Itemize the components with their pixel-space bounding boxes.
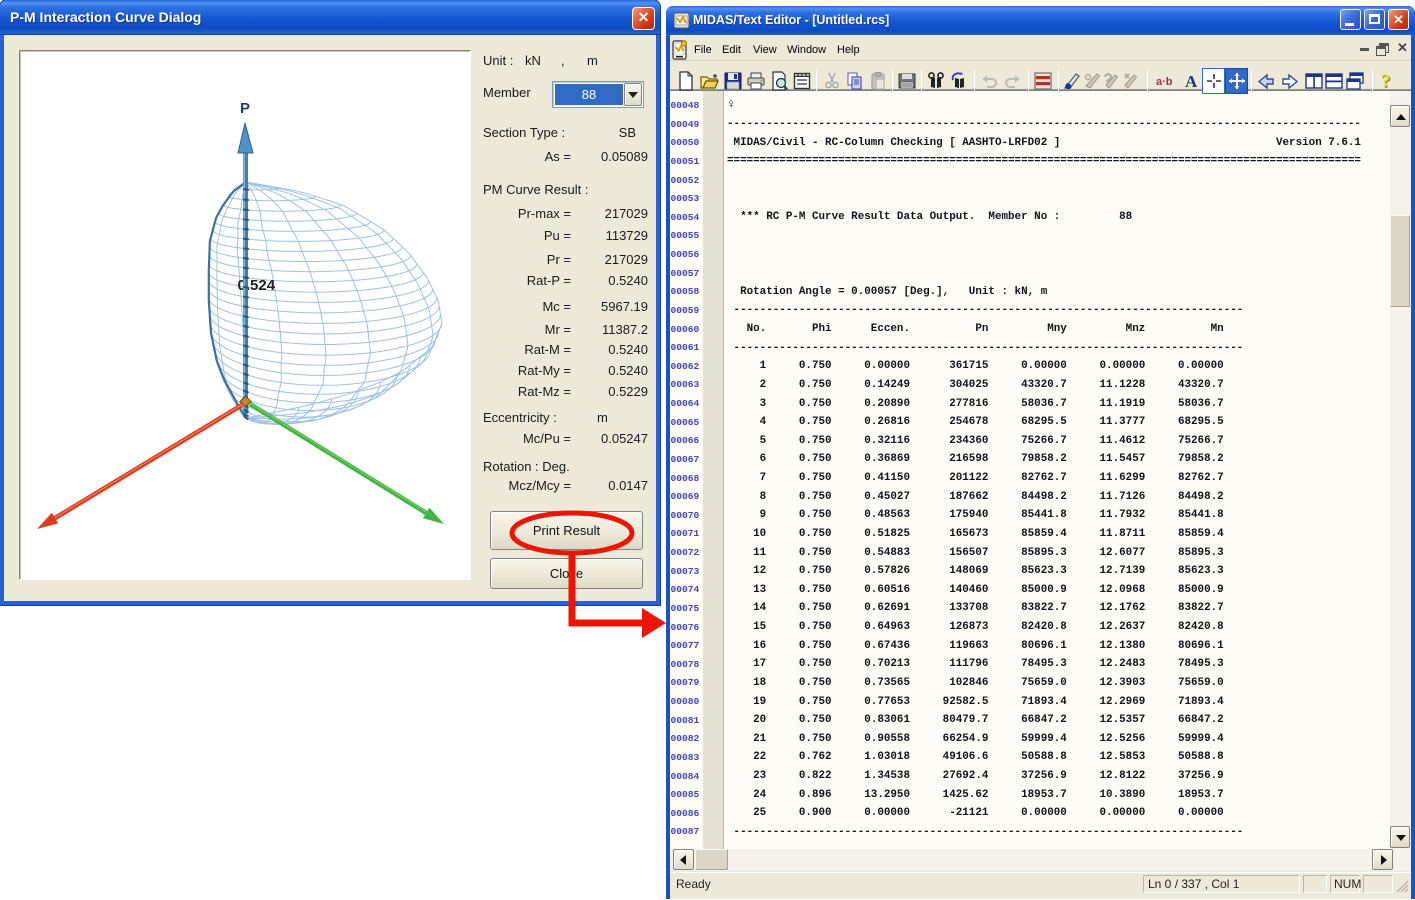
svg-text:a·b: a·b: [1156, 76, 1173, 88]
svg-text:A: A: [1185, 72, 1198, 91]
svg-text:?: ?: [1381, 71, 1391, 91]
svg-text:P: P: [240, 100, 250, 117]
